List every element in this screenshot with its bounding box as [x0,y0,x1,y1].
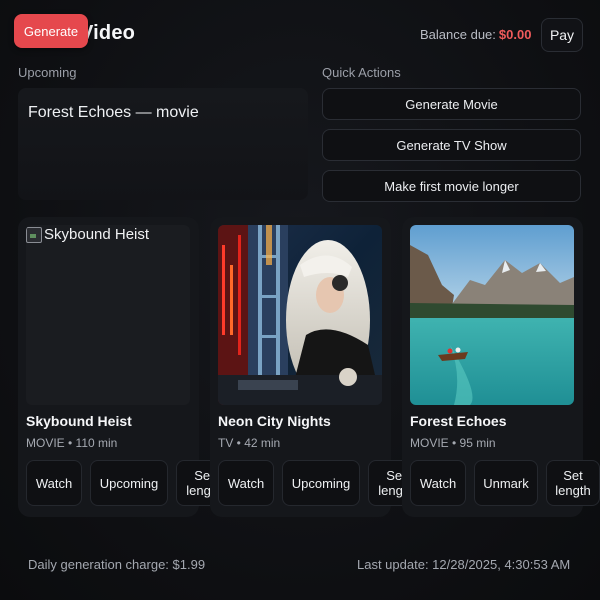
pay-button[interactable]: Pay [541,18,583,52]
quick-actions-label: Quick Actions [322,65,401,80]
watch-button[interactable]: Watch [410,460,466,506]
broken-image-alt: Skybound Heist [26,226,149,243]
generate-badge[interactable]: Generate [14,14,88,48]
image-alt-text: Skybound Heist [44,226,150,243]
last-update: Last update: 12/28/2025, 4:30:53 AM [357,557,571,572]
set-length-button[interactable]: Set length [546,460,600,506]
card-title: Neon City Nights [218,413,331,429]
upcoming-button[interactable]: Upcoming [282,460,360,506]
make-first-movie-longer-button[interactable]: Make first movie longer [322,170,581,202]
watch-button[interactable]: Watch [26,460,82,506]
upcoming-button[interactable]: Upcoming [90,460,168,506]
card-meta: TV • 42 min [218,436,281,450]
card-title: Forest Echoes [410,413,507,429]
watch-button[interactable]: Watch [218,460,274,506]
lake-photo [410,225,574,405]
unmark-button[interactable]: Unmark [474,460,538,506]
generate-movie-button[interactable]: Generate Movie [322,88,581,120]
balance-amount: $0.00 [498,27,532,42]
generate-tv-show-button[interactable]: Generate TV Show [322,129,581,161]
card-image: Skybound Heist [26,225,190,405]
balance-label: Balance due: [420,27,496,42]
broken-image-icon [26,226,42,243]
upcoming-label: Upcoming [18,65,77,80]
upcoming-item: Forest Echoes — movie [28,104,199,121]
card-title: Skybound Heist [26,413,132,429]
balance-due: Balance due: $0.00 [420,27,531,42]
card-meta: MOVIE • 95 min [410,436,496,450]
daily-charge: Daily generation charge: $1.99 [28,557,206,572]
dj-photo [218,225,382,405]
app-title: Video [80,22,136,44]
card-image [410,225,574,405]
card-meta: MOVIE • 110 min [26,436,118,450]
card-image [218,225,382,405]
